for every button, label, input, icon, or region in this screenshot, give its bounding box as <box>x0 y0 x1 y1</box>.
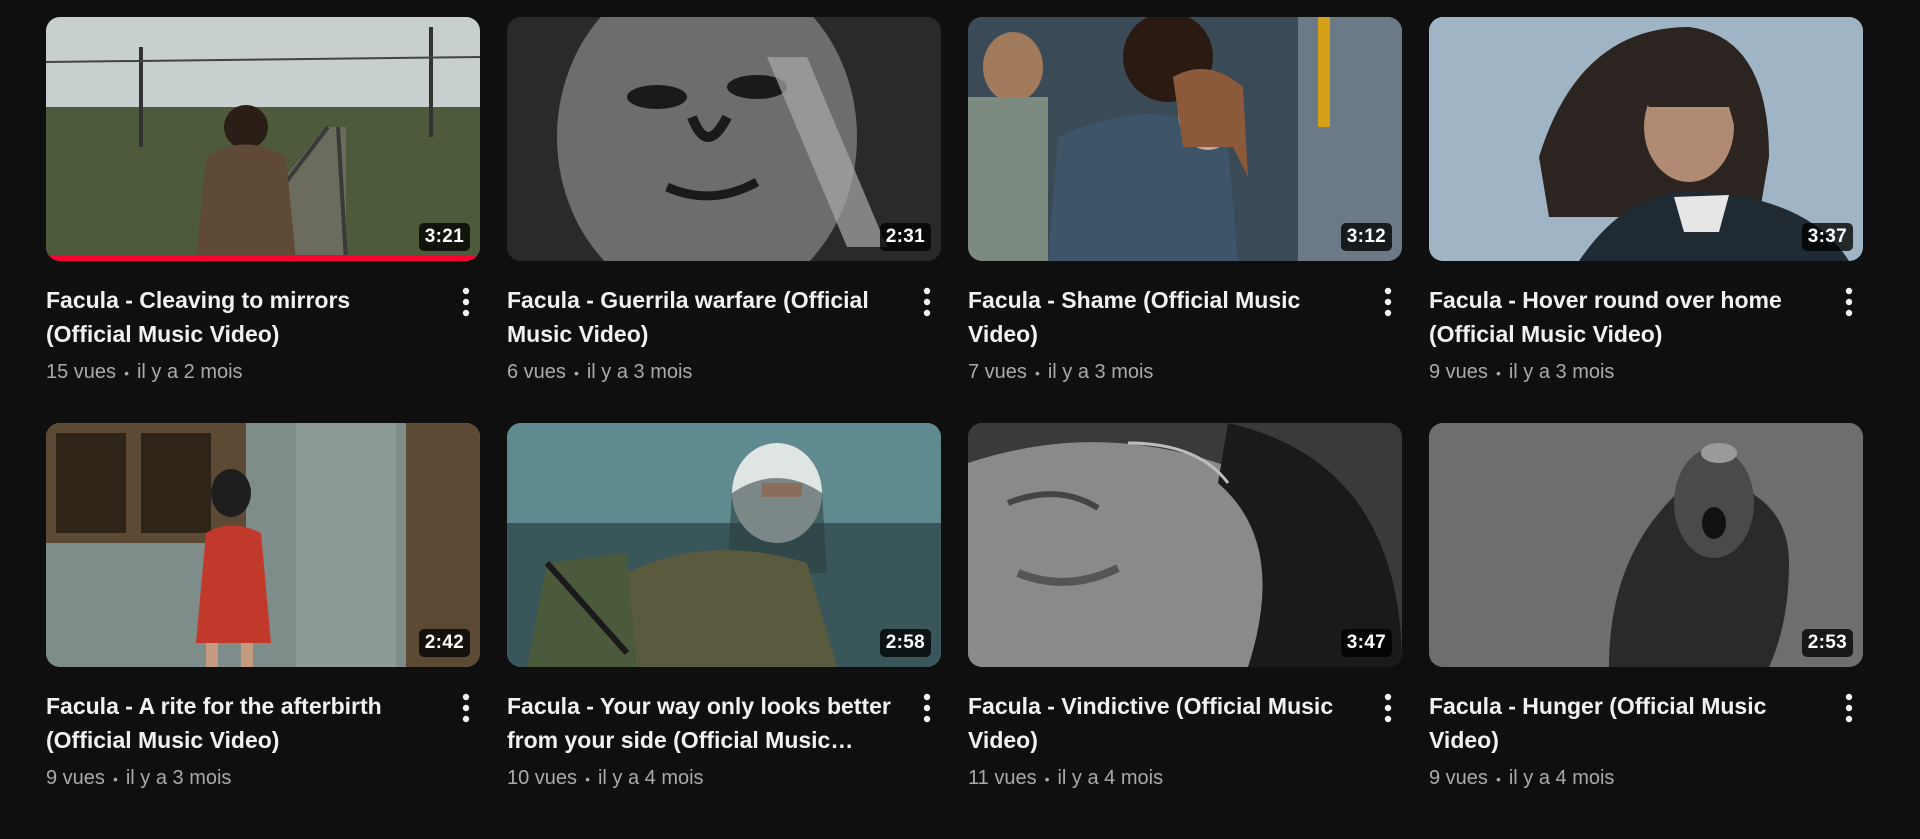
upload-age: il y a 4 mois <box>1057 767 1164 789</box>
video-details: Facula - Hover round over home (Official… <box>1429 283 1863 384</box>
video-thumbnail[interactable]: 3:21 <box>46 17 480 261</box>
more-vert-icon <box>923 693 931 723</box>
more-actions-button[interactable] <box>913 689 941 733</box>
video-text: Facula - Vindictive (Official Music Vide… <box>968 689 1374 790</box>
video-card-4[interactable]: 3:37 Facula - Hover round over home (Off… <box>1429 17 1863 384</box>
upload-age: il y a 4 mois <box>1508 767 1615 789</box>
video-details: Facula - A rite for the afterbirth (Offi… <box>46 689 480 790</box>
separator-dot: • <box>585 770 590 787</box>
video-details: Facula - Hunger (Official Music Video) 9… <box>1429 689 1863 790</box>
video-title[interactable]: Facula - Vindictive (Official Music Vide… <box>968 689 1362 757</box>
view-count: 6 vues <box>507 361 566 383</box>
more-actions-button[interactable] <box>1835 689 1863 733</box>
more-vert-icon <box>1384 693 1392 723</box>
duration-badge: 2:31 <box>879 223 931 251</box>
more-vert-icon <box>1384 287 1392 317</box>
view-count: 11 vues <box>968 767 1037 789</box>
video-card-7[interactable]: 3:47 Facula - Vindictive (Official Music… <box>968 423 1402 790</box>
separator-dot: • <box>124 364 129 381</box>
video-stats: 9 vues • il y a 3 mois <box>1429 361 1823 384</box>
view-count: 7 vues <box>968 361 1027 383</box>
video-text: Facula - Guerrila warfare (Official Musi… <box>507 283 913 384</box>
view-count: 9 vues <box>46 767 105 789</box>
video-stats: 6 vues • il y a 3 mois <box>507 361 901 384</box>
separator-dot: • <box>573 364 579 381</box>
video-details: Facula - Cleaving to mirrors (Official M… <box>46 283 480 384</box>
video-title[interactable]: Facula - Shame (Official Music Video) <box>968 283 1362 351</box>
duration-badge: 2:42 <box>418 629 470 657</box>
more-actions-button[interactable] <box>1374 283 1402 327</box>
video-thumbnail[interactable]: 2:31 <box>507 17 941 261</box>
view-count: 15 vues <box>46 361 117 383</box>
video-title[interactable]: Facula - A rite for the afterbirth (Offi… <box>46 689 440 757</box>
video-thumbnail[interactable]: 3:12 <box>968 17 1402 261</box>
video-grid: 3:21 Facula - Cleaving to mirrors (Offic… <box>46 17 1863 790</box>
video-card-8[interactable]: 2:53 Facula - Hunger (Official Music Vid… <box>1429 423 1863 790</box>
video-title[interactable]: Facula - Your way only looks better from… <box>507 689 901 757</box>
more-vert-icon <box>462 287 470 317</box>
video-thumbnail[interactable]: 2:42 <box>46 423 480 667</box>
duration-badge: 3:21 <box>418 223 470 251</box>
video-title[interactable]: Facula - Hunger (Official Music Video) <box>1429 689 1823 757</box>
video-stats: 7 vues • il y a 3 mois <box>968 361 1362 384</box>
video-stats: 9 vues • il y a 4 mois <box>1429 767 1823 790</box>
video-text: Facula - Hover round over home (Official… <box>1429 283 1835 384</box>
video-card-6[interactable]: 2:58 Facula - Your way only looks better… <box>507 423 941 790</box>
more-actions-button[interactable] <box>1374 689 1402 733</box>
separator-dot: • <box>112 770 118 787</box>
video-thumbnail[interactable]: 3:37 <box>1429 17 1863 261</box>
duration-badge: 2:58 <box>879 629 931 657</box>
upload-age: il y a 3 mois <box>1047 361 1154 383</box>
video-details: Facula - Your way only looks better from… <box>507 689 941 790</box>
video-text: Facula - Hunger (Official Music Video) 9… <box>1429 689 1835 790</box>
video-title[interactable]: Facula - Cleaving to mirrors (Official M… <box>46 283 440 351</box>
separator-dot: • <box>1495 364 1501 381</box>
more-actions-button[interactable] <box>452 689 480 733</box>
video-thumbnail[interactable]: 2:53 <box>1429 423 1863 667</box>
video-text: Facula - Your way only looks better from… <box>507 689 913 790</box>
video-card-2[interactable]: 2:31 Facula - Guerrila warfare (Official… <box>507 17 941 384</box>
video-details: Facula - Vindictive (Official Music Vide… <box>968 689 1402 790</box>
video-details: Facula - Guerrila warfare (Official Musi… <box>507 283 941 384</box>
more-actions-button[interactable] <box>1835 283 1863 327</box>
duration-badge: 2:53 <box>1801 629 1853 657</box>
duration-badge: 3:37 <box>1801 223 1853 251</box>
upload-age: il y a 3 mois <box>1508 361 1615 383</box>
video-title[interactable]: Facula - Guerrila warfare (Official Musi… <box>507 283 901 351</box>
more-actions-button[interactable] <box>452 283 480 327</box>
video-details: Facula - Shame (Official Music Video) 7 … <box>968 283 1402 384</box>
video-text: Facula - A rite for the afterbirth (Offi… <box>46 689 452 790</box>
duration-badge: 3:47 <box>1340 629 1392 657</box>
video-stats: 9 vues • il y a 3 mois <box>46 767 440 790</box>
view-count: 9 vues <box>1429 361 1488 383</box>
duration-badge: 3:12 <box>1340 223 1392 251</box>
separator-dot: • <box>1495 770 1501 787</box>
upload-age: il y a 2 mois <box>136 361 243 383</box>
video-stats: 15 vues • il y a 2 mois <box>46 361 440 384</box>
video-text: Facula - Cleaving to mirrors (Official M… <box>46 283 452 384</box>
upload-age: il y a 4 mois <box>597 767 704 789</box>
video-thumbnail[interactable]: 2:58 <box>507 423 941 667</box>
video-card-5[interactable]: 2:42 Facula - A rite for the afterbirth … <box>46 423 480 790</box>
video-thumbnail[interactable]: 3:47 <box>968 423 1402 667</box>
separator-dot: • <box>1034 364 1040 381</box>
video-text: Facula - Shame (Official Music Video) 7 … <box>968 283 1374 384</box>
view-count: 10 vues <box>507 767 578 789</box>
more-vert-icon <box>1845 693 1853 723</box>
watch-progress-bar <box>46 255 480 261</box>
more-vert-icon <box>1845 287 1853 317</box>
video-stats: 11 vues • il y a 4 mois <box>968 767 1362 790</box>
video-card-1[interactable]: 3:21 Facula - Cleaving to mirrors (Offic… <box>46 17 480 384</box>
more-vert-icon <box>923 287 931 317</box>
video-title[interactable]: Facula - Hover round over home (Official… <box>1429 283 1823 351</box>
upload-age: il y a 3 mois <box>586 361 693 383</box>
more-vert-icon <box>462 693 470 723</box>
view-count: 9 vues <box>1429 767 1488 789</box>
upload-age: il y a 3 mois <box>125 767 232 789</box>
separator-dot: • <box>1044 770 1050 787</box>
more-actions-button[interactable] <box>913 283 941 327</box>
video-stats: 10 vues • il y a 4 mois <box>507 767 901 790</box>
video-card-3[interactable]: 3:12 Facula - Shame (Official Music Vide… <box>968 17 1402 384</box>
